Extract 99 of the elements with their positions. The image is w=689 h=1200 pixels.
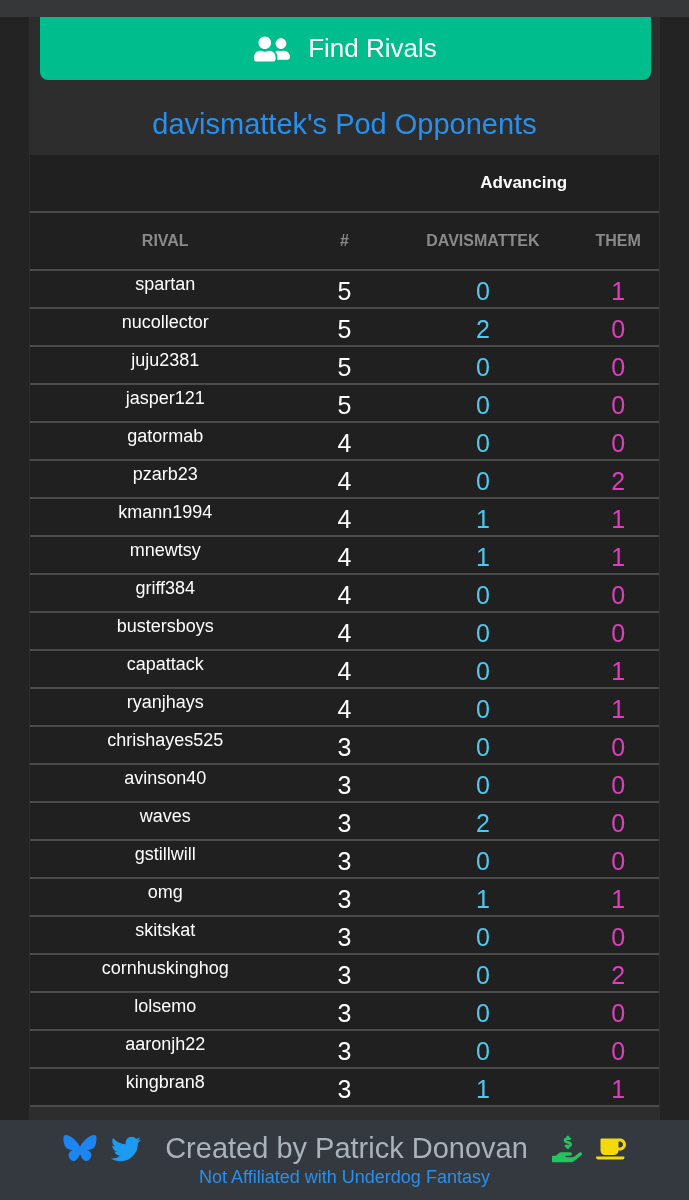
count-cell: 2 [577,460,659,498]
count-cell: 0 [388,460,578,498]
rival-name: avinson40 [30,764,301,802]
count-cell: 4 [300,650,389,688]
count-cell: 5 [300,308,389,346]
count-cell: 1 [577,1068,659,1106]
rival-name: omg [30,878,301,916]
count-cell: 3 [300,954,389,992]
count-cell: 3 [300,764,389,802]
count-cell: 0 [388,840,578,878]
count-cell: 3 [300,840,389,878]
rival-name: pzarb23 [30,460,301,498]
rival-name: griff384 [30,574,301,612]
count-cell: 2 [577,954,659,992]
rival-name: nucollector [30,308,301,346]
count-cell: 5 [300,384,389,422]
rival-name: juju2381 [30,346,301,384]
count-cell: 0 [577,992,659,1030]
count-cell: 3 [300,992,389,1030]
count-cell: 0 [388,346,578,384]
rival-name: gstillwill [30,840,301,878]
count-cell: 4 [300,612,389,650]
column-header: DAVISMATTEK [388,212,578,270]
count-cell: 0 [388,726,578,764]
count-cell: 0 [577,764,659,802]
count-cell: 0 [577,346,659,384]
count-cell: 1 [577,650,659,688]
rival-name: cornhuskinghog [30,954,301,992]
count-cell: 2 [388,802,578,840]
count-cell: 0 [388,916,578,954]
rival-name: waves [30,802,301,840]
column-header: THEM [577,212,659,270]
rival-name: chrishayes525 [30,726,301,764]
disclaimer-link[interactable]: Not Affiliated with Underdog Fantasy [199,1167,490,1188]
column-header: # [300,212,389,270]
count-cell: 0 [388,384,578,422]
count-cell: 0 [577,384,659,422]
count-cell: 0 [577,574,659,612]
count-cell: 4 [300,536,389,574]
rival-name: ryanjhays [30,688,301,726]
count-cell: 0 [577,726,659,764]
count-cell: 0 [577,308,659,346]
count-cell: 0 [577,840,659,878]
count-cell: 5 [300,346,389,384]
page-title: davismattek's Pod Opponents [151,107,538,142]
count-cell: 1 [388,1068,578,1106]
count-cell: 0 [388,764,578,802]
count-cell: 3 [300,802,389,840]
count-cell: 0 [388,422,578,460]
count-cell: 4 [300,460,389,498]
credit-text: Created by Patrick Donovan [165,1132,528,1165]
count-cell: 1 [577,536,659,574]
count-cell: 3 [300,878,389,916]
group-header: Advancing [388,155,659,212]
count-cell: 0 [388,688,578,726]
count-cell: 3 [300,726,389,764]
count-cell: 0 [577,802,659,840]
count-cell: 3 [300,916,389,954]
count-cell: 0 [577,916,659,954]
rival-name: kingbran8 [30,1068,301,1106]
count-cell: 0 [388,650,578,688]
count-cell: 1 [388,498,578,536]
count-cell: 1 [577,688,659,726]
rival-name: spartan [30,270,301,308]
count-cell: 3 [300,1068,389,1106]
count-cell: 3 [300,1030,389,1068]
count-cell: 1 [577,498,659,536]
rival-name: gatormab [30,422,301,460]
rival-name: mnewtsy [30,536,301,574]
rival-name: lolsemo [30,992,301,1030]
find-rivals-button[interactable]: Find Rivals [40,17,651,80]
count-cell: 1 [577,878,659,916]
count-cell: 5 [300,270,389,308]
rival-name: kmann1994 [30,498,301,536]
rival-name: jasper121 [30,384,301,422]
count-cell: 1 [577,270,659,308]
butterfly-icon[interactable] [63,1133,98,1164]
count-cell: 0 [388,954,578,992]
count-cell: 0 [388,612,578,650]
count-cell: 2 [388,308,578,346]
count-cell: 4 [300,422,389,460]
rival-name: aaronjh22 [30,1030,301,1068]
rival-name: skitskat [30,916,301,954]
count-cell: 0 [388,270,578,308]
count-cell: 0 [388,574,578,612]
count-cell: 0 [577,1030,659,1068]
count-cell: 4 [300,688,389,726]
count-cell: 4 [300,498,389,536]
count-cell: 0 [388,992,578,1030]
hand-dollar-icon[interactable] [551,1133,582,1164]
rival-name: bustersboys [30,612,301,650]
count-cell: 0 [577,612,659,650]
count-cell: 0 [577,422,659,460]
count-cell: 1 [388,536,578,574]
count-cell: 1 [388,878,578,916]
count-cell: 4 [300,574,389,612]
count-cell: 0 [388,1030,578,1068]
rival-name: capattack [30,650,301,688]
column-header: RIVAL [30,212,301,270]
